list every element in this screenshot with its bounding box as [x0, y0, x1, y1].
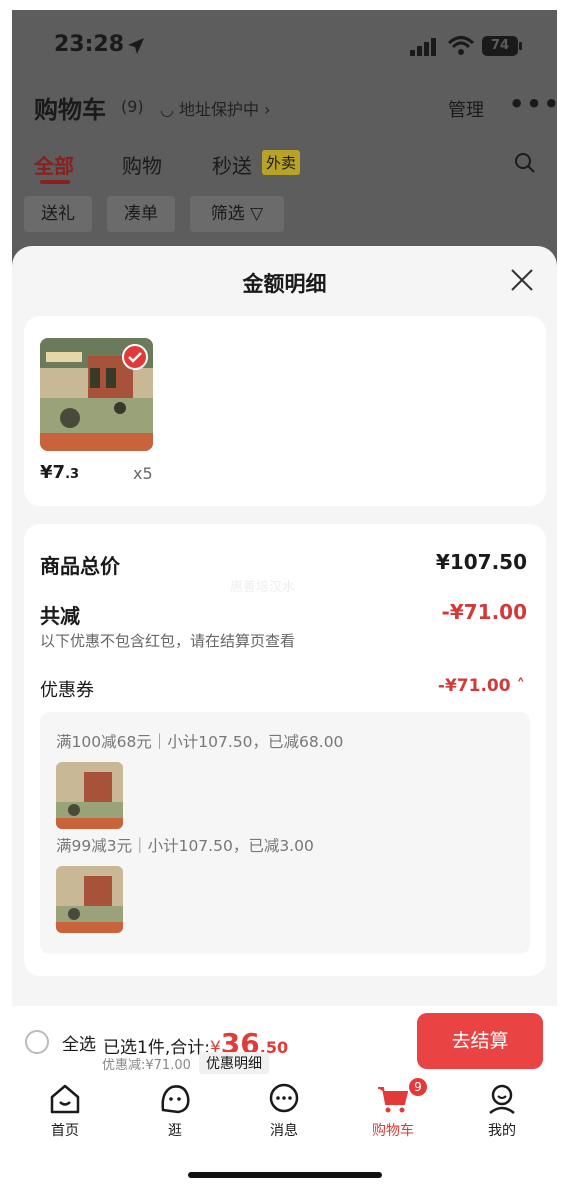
- nav-messages[interactable]: 消息: [244, 1082, 324, 1140]
- message-icon: [269, 1083, 299, 1113]
- tab-all[interactable]: 全部: [34, 150, 74, 179]
- cart-count: (9): [121, 97, 144, 116]
- nav-messages-label: 消息: [270, 1123, 298, 1139]
- filter-screen[interactable]: 筛选 ▽: [190, 196, 284, 232]
- nav-browse[interactable]: 逛: [135, 1082, 215, 1140]
- watermark-text: 惠善培汉水: [230, 580, 296, 595]
- profile-icon: [489, 1084, 515, 1114]
- coupon-line: 满100减68元｜小计107.50，已减68.00: [56, 733, 344, 751]
- cart-badge: 9: [409, 1078, 427, 1096]
- nav-browse-label: 逛: [168, 1123, 182, 1139]
- checkout-button[interactable]: 去结算: [417, 1013, 543, 1069]
- discount-detail-button[interactable]: 优惠明细: [199, 1052, 269, 1074]
- select-all-label[interactable]: 全选: [62, 1030, 96, 1055]
- nav-profile[interactable]: 我的: [462, 1082, 542, 1140]
- signal-icon: [410, 38, 436, 56]
- tab-underline: [40, 180, 70, 184]
- total-price-label: 商品总价: [40, 554, 120, 578]
- battery-indicator: 74: [482, 36, 518, 56]
- discount-summary: 优惠减:¥71.00: [102, 1058, 191, 1073]
- page-title: 购物车: [34, 96, 106, 124]
- nav-home-label: 首页: [51, 1123, 79, 1139]
- search-icon[interactable]: [514, 152, 536, 174]
- coupon-label: 优惠券: [40, 680, 94, 701]
- total-price-value: ¥107.50: [435, 550, 527, 574]
- takeout-badge: 外卖: [262, 150, 301, 175]
- discount-note: 以下优惠不包含红包，请在结算页查看: [40, 632, 296, 650]
- coupon-product-thumb: [56, 762, 123, 829]
- discount-label: 共减: [40, 604, 80, 628]
- selected-check-icon[interactable]: [122, 344, 148, 370]
- battery-tip: [519, 42, 522, 50]
- coupon-value-toggle[interactable]: -¥71.00 ˄: [438, 676, 525, 696]
- manage-button[interactable]: 管理: [448, 96, 484, 122]
- coupon-product-thumb: [56, 866, 123, 933]
- cart-icon: [378, 1087, 409, 1113]
- status-bar: 23:28 74: [12, 10, 557, 80]
- tab-instant[interactable]: 秒送: [212, 150, 252, 179]
- sheet-title: 金额明细: [242, 272, 327, 296]
- nav-home[interactable]: 首页: [25, 1082, 105, 1140]
- tab-shopping[interactable]: 购物: [122, 150, 162, 179]
- nav-profile-label: 我的: [488, 1123, 516, 1139]
- more-button[interactable]: •••: [509, 90, 557, 118]
- home-indicator[interactable]: [188, 1172, 382, 1178]
- product-quantity: x5: [133, 464, 153, 483]
- browse-icon: [161, 1085, 190, 1114]
- app-frame: 23:28 74 购物车 (9) ◡ 地址保护中 › 管理 ••• 全部 购物 …: [12, 10, 557, 1198]
- wifi-icon: [448, 36, 474, 55]
- coupon-line: 满99减3元｜小计107.50，已减3.00: [56, 837, 314, 855]
- close-icon[interactable]: [510, 268, 534, 292]
- filter-bundle[interactable]: 凑单: [107, 196, 175, 232]
- discount-value: -¥71.00: [441, 600, 527, 624]
- location-arrow-icon: [128, 38, 144, 54]
- filter-gift[interactable]: 送礼: [24, 196, 92, 232]
- select-all-radio[interactable]: [25, 1030, 49, 1054]
- home-icon: [50, 1084, 80, 1114]
- address-protection-link[interactable]: ◡ 地址保护中 ›: [160, 96, 271, 120]
- product-price: ¥7.3: [40, 462, 80, 483]
- nav-cart-label: 购物车: [372, 1123, 414, 1139]
- status-time: 23:28: [54, 32, 125, 57]
